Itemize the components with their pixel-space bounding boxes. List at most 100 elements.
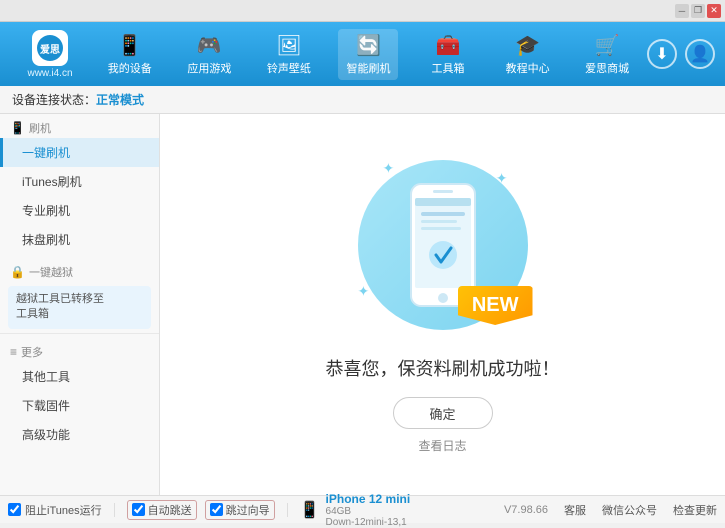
auto-send-checkbox[interactable] [132, 503, 145, 516]
sidebar-notice: 越狱工具已转移至 工具箱 [8, 286, 151, 329]
confirm-button[interactable]: 确定 [393, 397, 493, 429]
sidebar-group-flash: 📱 刷机 [0, 114, 159, 138]
sidebar-section-more: ≡ 更多 其他工具 下载固件 高级功能 [0, 338, 159, 449]
auto-send-checkbox-group: 自动跳送 [127, 500, 197, 520]
other-tools-label: 其他工具 [22, 370, 70, 384]
footer-right: V7.98.66 客服 微信公众号 检查更新 [504, 502, 717, 518]
close-button[interactable]: ✕ [707, 4, 721, 18]
flash-group-icon: 📱 [10, 121, 25, 135]
skip-wizard-checkbox[interactable] [210, 503, 223, 516]
download-firmware-label: 下载固件 [22, 399, 70, 413]
nav-items: 📱 我的设备 🎮 应用游戏 🖼 铃声壁纸 🔄 智能刷机 🧰 工具箱 🎓 教程中心… [90, 29, 647, 80]
nav-my-device-label: 我的设备 [108, 60, 152, 76]
nav-toolbox[interactable]: 🧰 工具箱 [418, 29, 478, 80]
nav-toolbox-label: 工具箱 [432, 60, 465, 76]
sidebar-item-other-tools[interactable]: 其他工具 [0, 362, 159, 391]
content-area: ✦ ✦ ✦ [160, 114, 725, 495]
nav-tutorial-icon: 🎓 [515, 33, 540, 58]
service-link[interactable]: 客服 [564, 502, 586, 518]
itunes-flash-label: iTunes刷机 [22, 175, 82, 189]
footer-device: 📱 iPhone 12 mini 64GB Down-12mini-13,1 [300, 492, 411, 528]
itunes-label: 阻止iTunes运行 [25, 502, 102, 518]
status-prefix: 设备连接状态： [12, 91, 96, 108]
nav-mall[interactable]: 🛒 爱思商城 [577, 29, 637, 80]
nav-wallpaper-icon: 🖼 [276, 33, 301, 58]
restore-button[interactable]: ❐ [691, 4, 705, 18]
sidebar-item-advanced[interactable]: 高级功能 [0, 420, 159, 449]
logo[interactable]: 爱思 www.i4.cn [10, 30, 90, 79]
download-button[interactable]: ⬇ [647, 39, 677, 69]
nav-my-device-icon: 📱 [117, 33, 142, 58]
sidebar-section-flash: 📱 刷机 一键刷机 iTunes刷机 专业刷机 抹盘刷机 [0, 114, 159, 254]
footer-left: 阻止iTunes运行 自动跳送 跳过向导 📱 iPhone 12 mini 64… [8, 492, 504, 528]
notice-text: 越狱工具已转移至 工具箱 [16, 293, 104, 320]
sidebar: 📱 刷机 一键刷机 iTunes刷机 专业刷机 抹盘刷机 🔒 一键越狱 越狱工 [0, 114, 160, 495]
sidebar-item-download-firmware[interactable]: 下载固件 [0, 391, 159, 420]
main-layout: 📱 刷机 一键刷机 iTunes刷机 专业刷机 抹盘刷机 🔒 一键越狱 越狱工 [0, 114, 725, 495]
device-icon: 📱 [300, 500, 320, 520]
one-click-flash-label: 一键刷机 [22, 146, 70, 160]
skip-wizard-checkbox-group: 跳过向导 [205, 500, 275, 520]
success-illustration: ✦ ✦ ✦ [353, 155, 533, 335]
footer-divider-1 [114, 503, 115, 517]
sidebar-item-pro-flash[interactable]: 专业刷机 [0, 196, 159, 225]
wipe-flash-label: 抹盘刷机 [22, 233, 70, 247]
nav-tutorial[interactable]: 🎓 教程中心 [498, 29, 558, 80]
lock-icon: 🔒 [10, 265, 25, 279]
user-button[interactable]: 👤 [685, 39, 715, 69]
nav-toolbox-icon: 🧰 [436, 33, 461, 58]
device-info: iPhone 12 mini 64GB Down-12mini-13,1 [326, 492, 411, 528]
sidebar-divider [0, 333, 159, 334]
sidebar-item-one-click-flash[interactable]: 一键刷机 [0, 138, 159, 167]
skip-wizard-label: 跳过向导 [226, 502, 270, 518]
auto-send-label: 自动跳送 [148, 502, 192, 518]
jailbreak-group-label: 一键越狱 [29, 264, 73, 280]
success-title: 恭喜您，保资料刷机成功啦！ [326, 355, 560, 381]
nav-apps-games[interactable]: 🎮 应用游戏 [179, 29, 239, 80]
flash-group-label: 刷机 [29, 120, 51, 136]
nav-tutorial-label: 教程中心 [506, 60, 550, 76]
device-name: iPhone 12 mini [326, 492, 411, 506]
more-group-icon: ≡ [10, 345, 17, 359]
sparkle-2: ✦ [383, 160, 395, 177]
nav-smart-flash[interactable]: 🔄 智能刷机 [338, 29, 398, 80]
status-bar: 设备连接状态： 正常模式 [0, 86, 725, 114]
sparkle-1: ✦ [496, 170, 508, 187]
nav-smart-flash-icon: 🔄 [356, 33, 381, 58]
footer-divider-2 [287, 503, 288, 517]
sidebar-group-jailbreak: 🔒 一键越狱 [0, 258, 159, 282]
logo-icon: 爱思 [32, 30, 68, 66]
logo-subtitle: www.i4.cn [27, 68, 72, 79]
status-value: 正常模式 [96, 91, 144, 108]
revisit-log-link[interactable]: 查看日志 [418, 437, 466, 454]
sidebar-item-itunes-flash[interactable]: iTunes刷机 [0, 167, 159, 196]
nav-wallpaper[interactable]: 🖼 铃声壁纸 [259, 29, 319, 80]
nav-wallpaper-label: 铃声壁纸 [267, 60, 311, 76]
nav-apps-icon: 🎮 [197, 33, 222, 58]
version-label: V7.98.66 [504, 504, 548, 516]
sidebar-section-jailbreak: 🔒 一键越狱 越狱工具已转移至 工具箱 [0, 258, 159, 329]
device-storage: 64GB [326, 506, 411, 517]
itunes-status: 阻止iTunes运行 [8, 502, 102, 518]
header-actions: ⬇ 👤 [647, 39, 715, 69]
nav-apps-label: 应用游戏 [187, 60, 231, 76]
sparkle-3: ✦ [358, 283, 370, 300]
minimize-button[interactable]: ─ [675, 4, 689, 18]
update-link[interactable]: 检查更新 [673, 502, 717, 518]
footer: 阻止iTunes运行 自动跳送 跳过向导 📱 iPhone 12 mini 64… [0, 495, 725, 523]
nav-smart-flash-label: 智能刷机 [346, 60, 390, 76]
itunes-checkbox[interactable] [8, 503, 21, 516]
title-bar: ─ ❐ ✕ [0, 0, 725, 22]
phone-container: ✦ ✦ ✦ [353, 155, 533, 335]
header: 爱思 www.i4.cn 📱 我的设备 🎮 应用游戏 🖼 铃声壁纸 🔄 智能刷机… [0, 22, 725, 86]
svg-text:爱思: 爱思 [40, 43, 60, 56]
nav-mall-label: 爱思商城 [585, 60, 629, 76]
wechat-link[interactable]: 微信公众号 [602, 502, 657, 518]
sidebar-item-wipe-flash[interactable]: 抹盘刷机 [0, 225, 159, 254]
nav-mall-icon: 🛒 [595, 33, 620, 58]
device-version: Down-12mini-13,1 [326, 517, 411, 528]
nav-my-device[interactable]: 📱 我的设备 [100, 29, 160, 80]
more-group-label: 更多 [21, 344, 43, 360]
advanced-label: 高级功能 [22, 428, 70, 442]
sidebar-group-more: ≡ 更多 [0, 338, 159, 362]
